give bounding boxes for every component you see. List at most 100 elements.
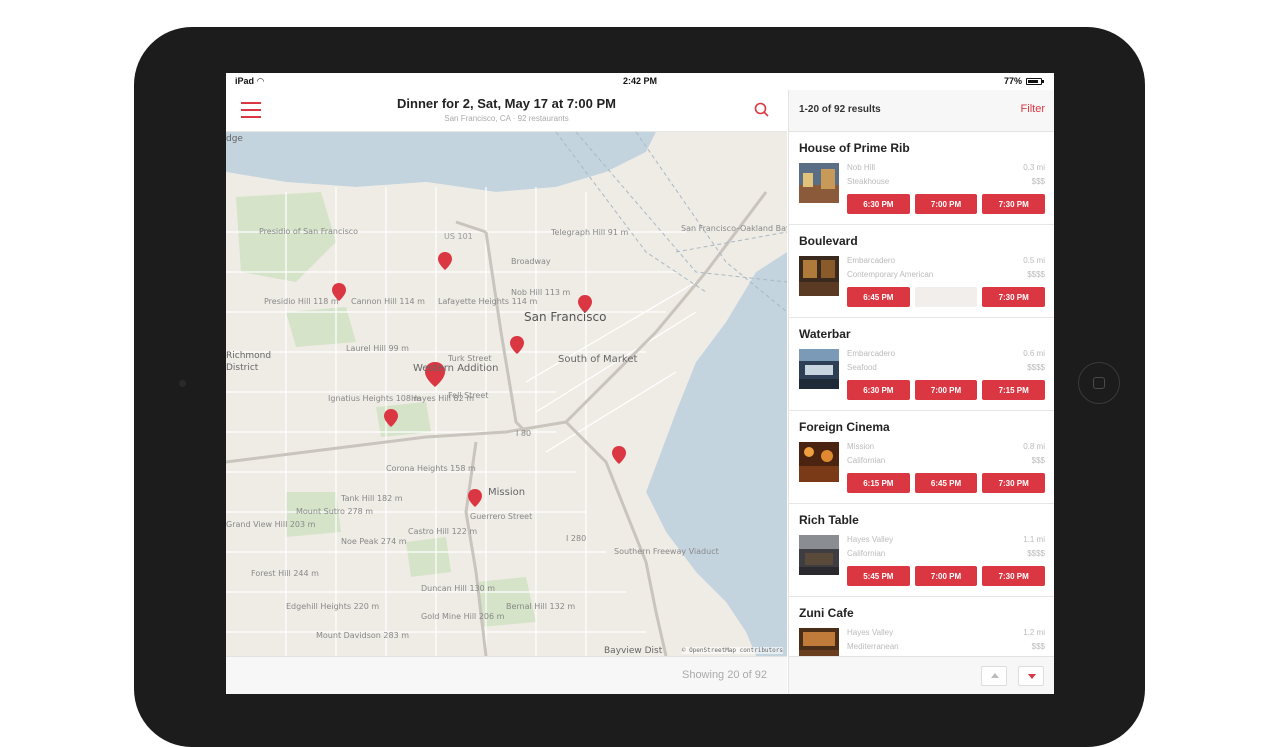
results-count: 1-20 of 92 results	[799, 104, 881, 115]
map-label: Bayview Dist	[604, 646, 663, 656]
time-slot-button[interactable]: 5:45 PM	[847, 566, 910, 586]
map-label: Ignatius Heights 108 m	[328, 394, 421, 404]
map-label: Mount Sutro 278 m	[296, 507, 374, 516]
restaurant-distance: 0.8 mi	[1023, 442, 1045, 451]
page-subtitle: San Francisco, CA · 92 restaurants	[444, 114, 569, 123]
time-slots: 6:30 PM 7:00 PM 7:15 PM	[847, 380, 1046, 400]
restaurant-name[interactable]: Boulevard	[799, 234, 858, 248]
map-label: I 280	[566, 534, 587, 543]
map-label: Presidio of San Francisco	[259, 227, 359, 236]
map-label: US 101	[444, 232, 473, 241]
clock: 2:42 PM	[622, 76, 657, 86]
restaurant-price: $$$	[1031, 456, 1045, 465]
restaurant-neighborhood: Hayes Valley	[847, 628, 894, 637]
list-footer	[789, 656, 1054, 694]
time-slot-button[interactable]: 7:00 PM	[914, 566, 978, 586]
restaurant-name[interactable]: Waterbar	[799, 327, 851, 341]
showing-count: Showing 20 of 92	[681, 669, 767, 681]
restaurant-cuisine: Californian	[847, 549, 886, 558]
filter-button[interactable]: Filter	[1021, 103, 1045, 115]
time-slot-button[interactable]: 7:30 PM	[982, 566, 1046, 586]
time-slot-unavailable	[914, 287, 978, 307]
restaurant-card[interactable]: Zuni Cafe Hayes Valley 1.2 mi Mediterran…	[789, 597, 1054, 656]
map-label: Bernal Hill 132 m	[506, 602, 576, 611]
restaurant-price: $$$$	[1027, 363, 1045, 372]
time-slot-button[interactable]: 6:45 PM	[914, 473, 978, 493]
restaurant-card[interactable]: Foreign Cinema Mission 0.8 mi California…	[789, 411, 1054, 504]
restaurant-price: $$$$	[1027, 270, 1045, 279]
arrow-down-icon	[1028, 674, 1036, 679]
time-slot-button[interactable]: 7:30 PM	[982, 287, 1046, 307]
restaurant-price: $$$	[1031, 642, 1045, 651]
map-label: Guerrero Street	[470, 512, 532, 522]
map-label: Presidio Hill 118 m	[264, 297, 339, 306]
arrow-up-button[interactable]	[981, 666, 1007, 686]
map-label: Telegraph Hill 91 m	[551, 228, 629, 237]
map-label: Southern Freeway Viaduct	[614, 547, 719, 557]
restaurant-photo[interactable]	[799, 535, 839, 575]
map-label: San Francisco–Oakland Bay Bridge West Sp…	[681, 224, 787, 233]
restaurant-photo[interactable]	[799, 442, 839, 482]
restaurant-card[interactable]: Boulevard Embarcadero 0.5 mi Contemporar…	[789, 225, 1054, 318]
time-slot-button[interactable]: 6:45 PM	[847, 287, 910, 307]
time-slot-button[interactable]: 6:30 PM	[847, 380, 910, 400]
map-label: Gold Mine Hill 206 m	[421, 612, 505, 621]
restaurant-name[interactable]: House of Prime Rib	[799, 141, 910, 155]
map-footer: Showing 20 of 92	[226, 656, 787, 694]
screen: iPad ◠ 2:42 PM 77% Dinner for 2, Sat, Ma…	[226, 73, 1054, 694]
time-slot-button[interactable]: 7:30 PM	[982, 473, 1046, 493]
restaurant-distance: 0.6 mi	[1023, 349, 1045, 358]
arrow-down-button[interactable]	[1018, 666, 1044, 686]
battery-status: 77%	[1003, 76, 1044, 86]
search-icon[interactable]	[754, 102, 770, 118]
restaurant-distance: 0.3 mi	[1023, 163, 1045, 172]
restaurant-card[interactable]: House of Prime Rib Nob Hill 0.3 mi Steak…	[789, 132, 1054, 225]
map-attribution: © OpenStreetMap contributors	[681, 647, 783, 654]
results-header: 1-20 of 92 results Filter	[789, 90, 1054, 132]
map-label: Grand View Hill 203 m	[226, 520, 316, 529]
restaurant-photo[interactable]	[799, 163, 839, 203]
restaurant-photo[interactable]	[799, 628, 839, 656]
restaurant-card[interactable]: Waterbar Embarcadero 0.6 mi Seafood $$$$…	[789, 318, 1054, 411]
time-slots: 6:45 PM 7:30 PM	[847, 287, 1046, 307]
map-panel: Dinner for 2, Sat, May 17 at 7:00 PM San…	[226, 90, 787, 694]
home-button[interactable]	[1078, 362, 1120, 404]
restaurant-price: $$$$	[1027, 549, 1045, 558]
map-label: Mount Davidson 283 m	[316, 631, 409, 641]
time-slot-button[interactable]: 6:30 PM	[847, 194, 910, 214]
map-label: Hayes Hill 82 m	[411, 394, 475, 403]
top-bar: Dinner for 2, Sat, May 17 at 7:00 PM San…	[226, 90, 787, 132]
restaurant-photo[interactable]	[799, 256, 839, 296]
restaurant-name[interactable]: Foreign Cinema	[799, 420, 890, 434]
restaurant-neighborhood: Hayes Valley	[847, 535, 894, 544]
map-label: San Francisco	[524, 310, 607, 324]
restaurant-list[interactable]: House of Prime Rib Nob Hill 0.3 mi Steak…	[789, 132, 1054, 656]
map-label: Castro Hill 122 m	[408, 527, 478, 536]
map-label: Lafayette Heights 114 m	[438, 297, 538, 306]
battery-percent: 77%	[1003, 76, 1022, 86]
status-bar: iPad ◠ 2:42 PM 77%	[226, 73, 1054, 90]
restaurant-distance: 0.5 mi	[1023, 256, 1045, 265]
map-label: South of Market	[558, 354, 638, 365]
restaurant-photo[interactable]	[799, 349, 839, 389]
camera-dot	[179, 380, 186, 387]
map-label: Cannon Hill 114 m	[351, 297, 425, 306]
time-slot-button[interactable]: 7:00 PM	[914, 380, 978, 400]
restaurant-card[interactable]: Rich Table Hayes Valley 1.1 mi Californi…	[789, 504, 1054, 597]
time-slot-button[interactable]: 6:15 PM	[847, 473, 910, 493]
restaurant-distance: 1.2 mi	[1023, 628, 1045, 637]
restaurant-cuisine: Contemporary American	[847, 270, 934, 279]
map-label: I 80	[516, 429, 532, 438]
time-slots: 6:30 PM 7:00 PM 7:30 PM	[847, 194, 1046, 214]
time-slot-button[interactable]: 7:15 PM	[982, 380, 1046, 400]
results-panel: 1-20 of 92 results Filter House of Prime…	[788, 90, 1054, 694]
time-slot-button[interactable]: 7:30 PM	[982, 194, 1046, 214]
time-slots: 5:45 PM 7:00 PM 7:30 PM	[847, 566, 1046, 586]
map[interactable]: dge Presidio of San Francisco US 101 Tel…	[226, 132, 787, 656]
restaurant-name[interactable]: Rich Table	[799, 513, 859, 527]
time-slot-button[interactable]: 7:00 PM	[914, 194, 978, 214]
restaurant-neighborhood: Nob Hill	[847, 163, 876, 172]
restaurant-price: $$$	[1031, 177, 1045, 186]
time-slots: 6:15 PM 6:45 PM 7:30 PM	[847, 473, 1046, 493]
restaurant-name[interactable]: Zuni Cafe	[799, 606, 854, 620]
